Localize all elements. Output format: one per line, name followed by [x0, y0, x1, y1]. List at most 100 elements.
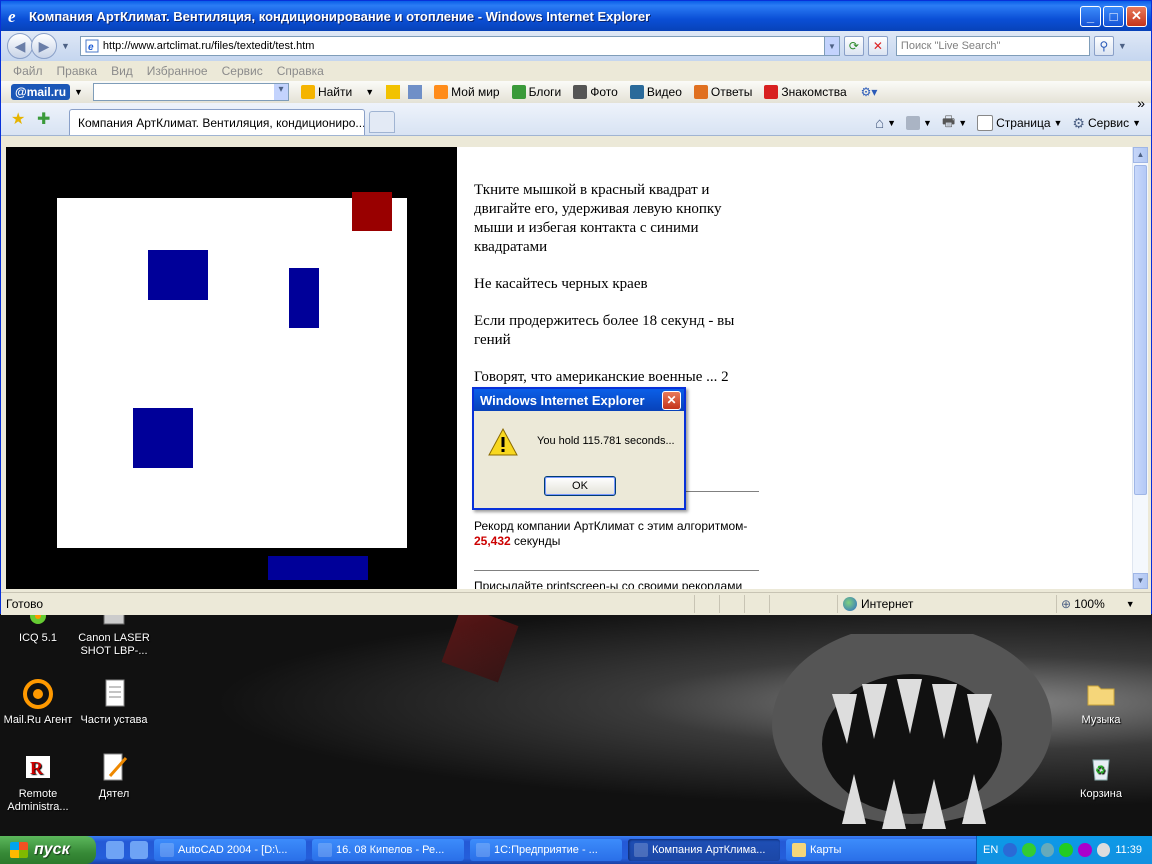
highlighter-icon[interactable]	[386, 85, 401, 99]
desktop-icon-dyatel[interactable]: Дятел	[76, 752, 152, 801]
close-button[interactable]: ✕	[1126, 5, 1147, 27]
red-square[interactable]	[352, 192, 392, 231]
desktop-icon-charter-parts[interactable]: Части устава	[76, 678, 152, 727]
new-tab-button[interactable]	[369, 111, 395, 133]
taskbar-button-autocad[interactable]: AutoCAD 2004 - [D:\...	[154, 839, 306, 861]
tray-icq-icon[interactable]	[1059, 843, 1073, 857]
printer-icon: 🖶	[941, 113, 956, 129]
status-divider	[837, 595, 838, 613]
mailru-photo[interactable]: Фото	[573, 85, 618, 99]
scroll-up-icon[interactable]: ▲	[1133, 147, 1148, 163]
my-world-label: Мой мир	[451, 85, 500, 99]
zoom-icon: ⊕	[1061, 597, 1072, 611]
mailru-video[interactable]: Видео	[629, 85, 682, 99]
scroll-down-icon[interactable]: ▼	[1133, 573, 1148, 589]
mailru-my-world[interactable]: Мой мир	[434, 85, 500, 99]
desktop-icon-label: Canon LASER SHOT LBP-...	[78, 632, 150, 657]
record-label: Рекорд компании АртКлимат с этим алгорит…	[474, 519, 748, 533]
tray-arrow-icon[interactable]	[1003, 843, 1017, 857]
desktop-icon-mailru-agent[interactable]: Mail.Ru Агент	[0, 678, 76, 727]
feeds-button[interactable]: ▼	[906, 116, 932, 130]
minimize-button[interactable]: _	[1080, 5, 1101, 27]
scroll-thumb[interactable]	[1134, 165, 1147, 495]
menu-view[interactable]: Вид	[111, 64, 133, 78]
desktop-icon-recycle-bin[interactable]: ♻ Корзина	[1063, 752, 1139, 801]
globe-icon	[843, 597, 857, 611]
menu-favorites[interactable]: Избранное	[147, 64, 208, 78]
add-favorites-icon[interactable]: ✚	[37, 109, 50, 129]
page-menu[interactable]: Страница ▼	[977, 115, 1062, 131]
chevron-more-icon[interactable]: »	[1137, 95, 1145, 111]
mailru-blogs[interactable]: Блоги	[511, 85, 561, 99]
game-area[interactable]	[6, 147, 457, 589]
taskbar-button-label: Компания АртКлима...	[652, 844, 766, 856]
forward-button[interactable]: ▶	[31, 33, 57, 59]
taskbar-button-maps[interactable]: Карты	[786, 839, 980, 861]
search-options-icon[interactable]: ▼	[1118, 41, 1127, 51]
vertical-scrollbar[interactable]: ▲ ▼	[1132, 147, 1148, 589]
refresh-button[interactable]: ⟳	[843, 36, 864, 56]
mailru-find-button[interactable]: Найти ▼	[300, 85, 374, 99]
mailru-logo[interactable]: @mail.ru	[11, 84, 71, 100]
show-desktop-icon[interactable]	[130, 841, 148, 859]
menu-file[interactable]: Файл	[13, 64, 43, 78]
desktop-icon-canon[interactable]: Canon LASER SHOT LBP-...	[76, 614, 152, 658]
taskbar-button-music[interactable]: 16. 08 Кипелов - Ре...	[312, 839, 464, 861]
address-bar[interactable]: e http://www.artclimat.ru/files/textedit…	[79, 36, 840, 56]
window-titlebar[interactable]: e Компания АртКлимат. Вентиляция, кондиц…	[1, 1, 1151, 31]
dialog-titlebar[interactable]: Windows Internet Explorer	[474, 389, 684, 411]
page-search-icon[interactable]	[408, 85, 423, 99]
answers-icon	[693, 85, 708, 99]
taskbar-button-label: 16. 08 Кипелов - Ре...	[336, 844, 445, 856]
menu-tools[interactable]: Сервис	[222, 64, 263, 78]
record-value: 25,432	[474, 534, 511, 548]
desktop-icon-music[interactable]: Музыка	[1063, 678, 1139, 727]
menu-help[interactable]: Справка	[277, 64, 324, 78]
toolbar-options-icon[interactable]: ⚙▾	[861, 85, 878, 99]
desktop-icon-label: Mail.Ru Агент	[3, 714, 73, 726]
back-button[interactable]: ◀	[7, 33, 33, 59]
dialog-close-button[interactable]: ✕	[662, 391, 681, 410]
tray-network-icon[interactable]	[1040, 843, 1055, 857]
zone-label: Интернет	[861, 597, 914, 611]
language-indicator[interactable]: EN	[983, 844, 998, 856]
window-title: Компания АртКлимат. Вентиляция, кондицио…	[29, 8, 651, 24]
mailru-answers[interactable]: Ответы	[693, 85, 752, 99]
ie-quicklaunch-icon[interactable]	[106, 841, 124, 859]
taskbar-button-label: 1С:Предприятие - ...	[494, 844, 598, 856]
taskbar-button-1c[interactable]: 1С:Предприятие - ...	[470, 839, 622, 861]
mailru-search-field[interactable]	[92, 83, 289, 101]
tray-media-icon[interactable]	[1077, 843, 1092, 857]
security-zone[interactable]: Интернет	[843, 597, 913, 611]
favorites-star-icon[interactable]: ★	[11, 109, 25, 129]
status-divider	[744, 595, 745, 613]
desktop-icon-icq[interactable]: ICQ 5.1	[0, 614, 76, 645]
home-button[interactable]: ⌂ ▼	[875, 115, 896, 132]
taskbar-button-ie[interactable]: Компания АртКлима...	[628, 839, 780, 861]
start-button[interactable]: пуск	[0, 836, 96, 864]
stop-button[interactable]: ✕	[867, 36, 888, 56]
zoom-control[interactable]: ⊕ 100% ▼	[1061, 597, 1135, 611]
tray-volume-icon[interactable]	[1096, 843, 1111, 857]
desktop-icon-remote-admin[interactable]: R Remote Administra...	[0, 752, 76, 814]
mailru-dating[interactable]: Знакомства	[764, 85, 847, 99]
history-dropdown-icon[interactable]: ▼	[61, 41, 70, 51]
svg-text:e: e	[88, 42, 94, 53]
mailru-menu-icon[interactable]: ▼	[74, 87, 83, 97]
notepad-icon	[98, 678, 130, 710]
maximize-button[interactable]: □	[1103, 5, 1124, 27]
print-button[interactable]: 🖶 ▼	[942, 111, 967, 135]
menu-edit[interactable]: Правка	[57, 64, 98, 78]
address-dropdown-icon[interactable]: ▼	[823, 37, 839, 55]
ok-button[interactable]: OK	[544, 476, 616, 496]
search-input[interactable]: Поиск "Live Search"	[895, 36, 1090, 56]
game-field	[57, 198, 407, 548]
tools-menu[interactable]: ⚙ Сервис ▼	[1072, 115, 1141, 132]
tray-app-icon[interactable]	[1021, 843, 1036, 857]
record-text: Рекорд компании АртКлимат с этим алгорит…	[474, 519, 764, 549]
menu-bar: Файл Правка Вид Избранное Сервис Справка	[1, 61, 1151, 81]
search-icon[interactable]: ⚲	[1093, 36, 1114, 56]
tab-current[interactable]: e Компания АртКлимат. Вентиляция, кондиц…	[69, 109, 365, 135]
recycle-bin-icon: ♻	[1085, 752, 1117, 784]
wallpaper-decoration	[441, 614, 519, 683]
